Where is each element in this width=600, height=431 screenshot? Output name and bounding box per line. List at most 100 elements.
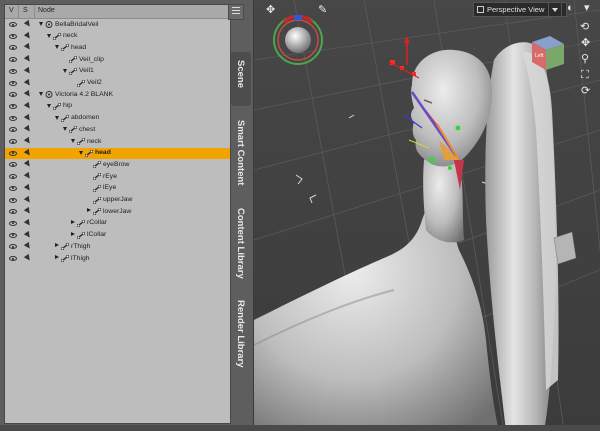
collapse-icon[interactable] (63, 68, 67, 73)
tab-content-library[interactable]: Content Library (231, 206, 251, 288)
tab-smart-content[interactable]: Smart Content (231, 116, 251, 194)
orbit-icon[interactable]: ⟲ (580, 22, 589, 33)
eye-icon[interactable] (9, 174, 17, 180)
collapse-icon[interactable] (39, 92, 43, 97)
expand-icon[interactable] (55, 243, 59, 248)
select-arrow-icon[interactable] (23, 78, 33, 87)
select-arrow-icon[interactable] (23, 218, 33, 228)
tree-row[interactable]: Victoria 4.2 BLANK (5, 89, 230, 101)
pan-icon[interactable]: ✥ (581, 38, 590, 49)
eye-icon[interactable] (9, 150, 17, 156)
column-node[interactable]: Node (38, 7, 55, 14)
eye-icon[interactable] (9, 209, 17, 215)
tree-row[interactable]: Veil1 (5, 66, 230, 78)
eye-icon[interactable] (9, 232, 17, 238)
collapse-icon[interactable] (47, 33, 51, 38)
camera-dropdown-button[interactable] (548, 2, 562, 17)
tree-row[interactable]: lThigh (5, 253, 230, 265)
tree-row[interactable]: lCollar (5, 230, 230, 242)
select-arrow-icon[interactable] (23, 43, 33, 52)
zoom-icon[interactable]: ⚲ (581, 54, 589, 65)
eye-icon[interactable] (9, 115, 17, 121)
collapse-icon[interactable] (79, 150, 83, 155)
column-selectability[interactable]: S (23, 7, 28, 14)
select-arrow-icon[interactable] (23, 90, 33, 99)
tree-row[interactable]: neck (5, 31, 230, 43)
pin-icon[interactable]: ✎ (318, 5, 327, 16)
tree-row[interactable]: Veil2 (5, 78, 230, 90)
tree-row[interactable]: BellaBridalVeil (5, 19, 230, 31)
display-style-icon[interactable]: ◐ (567, 3, 574, 14)
collapse-icon[interactable] (63, 127, 67, 132)
select-arrow-icon[interactable] (23, 195, 33, 204)
eye-icon[interactable] (9, 256, 17, 261)
tab-render-library[interactable]: Render Library (231, 300, 251, 376)
tree-row[interactable]: rThigh (5, 241, 230, 253)
tree-row[interactable]: head (5, 147, 230, 160)
expand-icon[interactable] (71, 219, 75, 224)
expand-icon[interactable] (55, 255, 59, 259)
viewport-options-icon[interactable]: ▾ (584, 3, 590, 14)
tree-row[interactable]: chest (5, 124, 230, 136)
eye-icon[interactable] (9, 33, 17, 39)
tree-row[interactable]: eyeBrow (5, 159, 230, 171)
tree-row[interactable]: rCollar (5, 218, 230, 230)
select-arrow-icon[interactable] (23, 101, 33, 111)
select-arrow-icon[interactable] (23, 19, 33, 29)
eye-icon[interactable] (9, 197, 17, 203)
select-arrow-icon[interactable] (23, 207, 33, 216)
bone-icon (76, 137, 86, 146)
expand-icon[interactable] (71, 231, 75, 236)
reset-view-icon[interactable]: ⟳ (581, 86, 590, 97)
tree-row[interactable]: lEye (5, 183, 230, 195)
eye-icon[interactable] (9, 80, 17, 86)
transform-tool-icon[interactable]: ✥ (266, 5, 275, 16)
eye-icon[interactable] (9, 162, 17, 168)
3d-viewport[interactable]: Left ✥ ✎ ⟲ ✥ ⚲ ⛶ ⟳ (254, 0, 600, 431)
select-arrow-icon[interactable] (23, 253, 33, 263)
tree-row[interactable]: head (5, 42, 230, 54)
select-arrow-icon[interactable] (23, 31, 33, 40)
panel-menu-button[interactable] (228, 4, 244, 20)
tree-row[interactable]: upperJaw (5, 195, 230, 207)
select-arrow-icon[interactable] (23, 160, 33, 169)
tab-scene[interactable]: Scene (231, 52, 251, 106)
eye-icon[interactable] (9, 185, 17, 191)
eye-icon[interactable] (9, 103, 17, 109)
collapse-icon[interactable] (55, 45, 59, 50)
select-arrow-icon[interactable] (23, 171, 33, 181)
select-arrow-icon[interactable] (23, 148, 33, 157)
bone-icon (92, 196, 102, 204)
select-arrow-icon[interactable] (23, 66, 33, 75)
column-visibility[interactable]: V (9, 7, 14, 14)
select-arrow-icon[interactable] (23, 113, 33, 122)
expand-icon[interactable] (87, 208, 91, 213)
collapse-icon[interactable] (47, 103, 51, 108)
tree-row[interactable]: neck (5, 136, 230, 148)
node-label: lowerJaw (103, 207, 132, 215)
collapse-icon[interactable] (39, 22, 43, 26)
eye-icon[interactable] (9, 244, 17, 250)
frame-icon[interactable]: ⛶ (581, 70, 589, 81)
tree-row[interactable]: rEye (5, 171, 230, 183)
select-arrow-icon[interactable] (23, 136, 33, 146)
tree-row[interactable]: Veil_clip (5, 54, 230, 66)
collapse-icon[interactable] (55, 115, 59, 120)
select-arrow-icon[interactable] (23, 54, 33, 64)
tree-row[interactable]: hip (5, 101, 230, 113)
eye-icon[interactable] (9, 68, 17, 74)
eye-icon[interactable] (9, 57, 17, 63)
tree-row[interactable]: lowerJaw (5, 206, 230, 218)
eye-icon[interactable] (9, 127, 17, 133)
collapse-icon[interactable] (71, 139, 75, 143)
select-arrow-icon[interactable] (23, 230, 33, 239)
eye-icon[interactable] (9, 139, 17, 144)
eye-icon[interactable] (9, 220, 17, 226)
eye-icon[interactable] (9, 45, 17, 51)
eye-icon[interactable] (9, 22, 17, 27)
select-arrow-icon[interactable] (23, 125, 33, 134)
select-arrow-icon[interactable] (23, 242, 33, 251)
eye-icon[interactable] (9, 92, 17, 98)
tree-row[interactable]: abdomen (5, 113, 230, 125)
select-arrow-icon[interactable] (23, 183, 33, 192)
